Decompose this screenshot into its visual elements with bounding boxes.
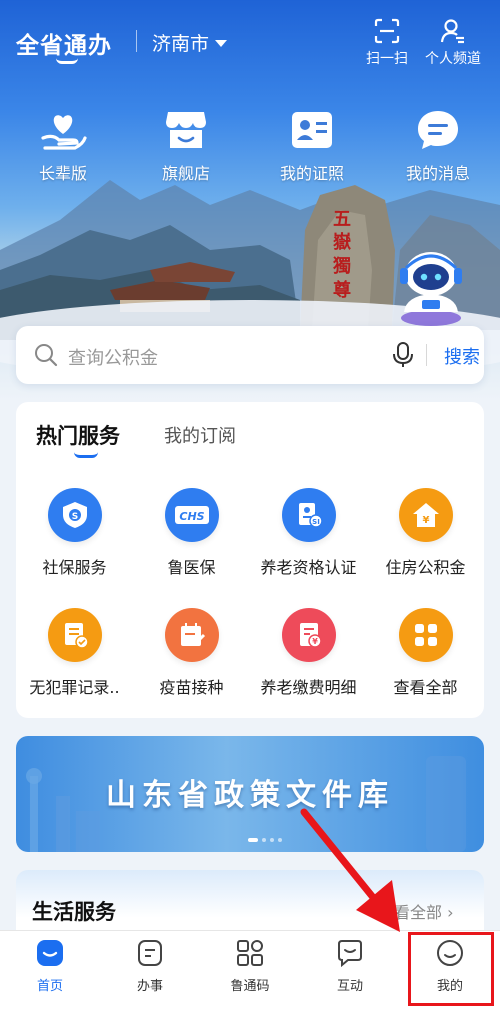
header-divider xyxy=(136,30,137,52)
service-label: 查看全部 xyxy=(393,678,458,697)
nav-label: 首页 xyxy=(36,979,63,994)
quick-entry-elder[interactable]: 长辈版 xyxy=(18,108,108,184)
svg-text:獨: 獨 xyxy=(332,255,351,277)
svg-text:CHS: CHS xyxy=(179,510,204,523)
banner-title: 山东省政策文件库 xyxy=(106,778,394,813)
search-bar[interactable]: 查询公积金 搜索 xyxy=(16,326,484,384)
scan-label: 扫一扫 xyxy=(366,51,408,67)
carousel-dot xyxy=(270,838,274,842)
quick-entry-store[interactable]: 旗舰店 xyxy=(141,108,231,184)
certificate-icon: SI xyxy=(281,488,336,542)
service-label: 无犯罪记录.. xyxy=(29,678,120,697)
svg-text:¥: ¥ xyxy=(312,637,318,646)
highlight-box-annotation xyxy=(408,932,494,1006)
red-arrow-annotation xyxy=(300,808,400,932)
nav-interaction[interactable]: 互动 xyxy=(300,939,400,994)
home-icon xyxy=(37,940,63,966)
search-input[interactable]: 查询公积金 xyxy=(68,344,158,370)
personal-channel-label: 个人频道 xyxy=(425,51,481,67)
bill-icon: ¥ xyxy=(281,608,336,662)
tasks-icon xyxy=(138,940,162,966)
search-divider xyxy=(426,344,427,366)
store-icon xyxy=(162,108,210,152)
quick-entry-label: 我的消息 xyxy=(405,164,470,183)
chevron-right-icon: › xyxy=(447,903,454,922)
house-icon: ¥ xyxy=(398,488,453,542)
scan-icon xyxy=(374,18,400,44)
nav-lutong-code[interactable]: 鲁通码 xyxy=(200,939,300,994)
tab-my-subscriptions[interactable]: 我的订阅 xyxy=(164,422,236,448)
service-view-all[interactable]: 查看全部 xyxy=(367,608,484,698)
svg-text:嶽: 嶽 xyxy=(333,232,352,253)
svg-text:尊: 尊 xyxy=(333,279,351,301)
brand-title: 全省通办 xyxy=(16,33,112,59)
nav-home[interactable]: 首页 xyxy=(0,939,100,994)
quick-entry-label: 我的证照 xyxy=(279,164,344,183)
calendar-icon xyxy=(164,608,219,662)
service-label: 养老资格认证 xyxy=(260,558,357,577)
person-icon xyxy=(440,19,464,44)
active-tab-indicator xyxy=(74,452,98,458)
carousel-dot xyxy=(278,838,282,842)
service-pension-payment[interactable]: ¥ 养老缴费明细 xyxy=(250,608,367,698)
svg-text:S: S xyxy=(71,512,77,522)
svg-text:¥: ¥ xyxy=(422,515,429,526)
quick-entry-licenses[interactable]: 我的证照 xyxy=(267,108,357,184)
service-label: 养老缴费明细 xyxy=(260,678,357,697)
service-label: 疫苗接种 xyxy=(159,678,224,697)
caret-down-icon xyxy=(215,40,228,47)
nav-tasks[interactable]: 办事 xyxy=(100,939,200,994)
svg-text:SI: SI xyxy=(312,518,320,526)
chat-icon xyxy=(338,940,362,967)
service-housing-fund[interactable]: ¥ 住房公积金 xyxy=(367,488,484,578)
grid-icon xyxy=(398,608,453,662)
chs-icon: CHS xyxy=(164,488,219,542)
search-icon xyxy=(35,344,58,367)
record-icon xyxy=(47,608,102,662)
quick-entry-label: 长辈版 xyxy=(38,164,87,183)
tab-hot-services[interactable]: 热门服务 xyxy=(36,420,120,450)
policy-library-banner[interactable]: 山东省政策文件库 xyxy=(16,736,484,852)
carousel-dot-active xyxy=(248,838,258,842)
hot-services-card: 热门服务 我的订阅 S 社保服务 CHS 鲁医保 SI 养老资格认证 ¥ 住房公… xyxy=(16,402,484,718)
carousel-dots xyxy=(248,838,282,842)
svg-text:五: 五 xyxy=(333,209,351,230)
service-vaccination[interactable]: 疫苗接种 xyxy=(133,608,250,698)
service-criminal-record[interactable]: 无犯罪记录.. xyxy=(16,608,133,698)
search-button[interactable]: 搜索 xyxy=(444,343,480,369)
quick-entry-label: 旗舰店 xyxy=(161,164,210,183)
city-label: 济南市 xyxy=(152,33,210,55)
scan-button[interactable]: 扫一扫 xyxy=(366,18,408,68)
life-services-title: 生活服务 xyxy=(32,900,116,924)
personal-channel-button[interactable]: 个人频道 xyxy=(425,18,481,68)
service-social-security[interactable]: S 社保服务 xyxy=(16,488,133,578)
shield-icon: S xyxy=(47,488,102,542)
top-bar: 全省通办 济南市 扫一扫 个人频道 xyxy=(0,0,500,80)
nav-label: 办事 xyxy=(136,979,163,994)
service-label: 住房公积金 xyxy=(385,558,466,577)
city-selector[interactable]: 济南市 xyxy=(152,29,228,56)
robot-mascot[interactable] xyxy=(394,246,468,328)
microphone-icon[interactable] xyxy=(392,342,414,368)
quick-entry-messages[interactable]: 我的消息 xyxy=(393,108,483,184)
service-label: 社保服务 xyxy=(42,558,107,577)
nav-label: 互动 xyxy=(336,979,363,994)
service-medical-insurance[interactable]: CHS 鲁医保 xyxy=(133,488,250,578)
service-pension-certification[interactable]: SI 养老资格认证 xyxy=(250,488,367,578)
carousel-dot xyxy=(262,838,266,842)
nav-label: 鲁通码 xyxy=(230,979,270,994)
service-label: 鲁医保 xyxy=(167,558,216,577)
brand-underline xyxy=(56,58,78,64)
qr-code-icon xyxy=(237,940,263,966)
heart-hand-icon xyxy=(39,108,87,152)
id-card-icon xyxy=(288,108,336,152)
message-icon xyxy=(414,108,462,152)
